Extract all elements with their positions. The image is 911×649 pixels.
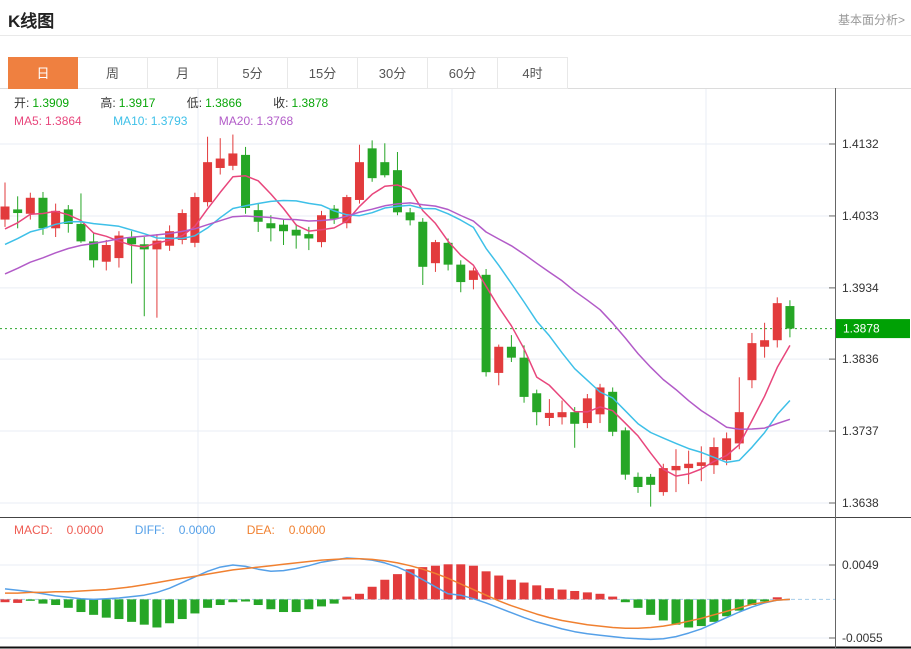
high-value: 1.3917 [118, 96, 156, 110]
tab-30min[interactable]: 30分 [358, 57, 428, 89]
ma10-label: MA10: [113, 114, 148, 128]
y-axis-label: 1.3737 [842, 424, 879, 438]
y-axis-label: 1.3934 [842, 281, 879, 295]
ohlc-legend: 开: 1.3909 高: 1.3917 低: 1.3866 收: 1.3878 [14, 94, 356, 111]
tab-day[interactable]: 日 [8, 57, 78, 89]
high-label: 高: [100, 96, 116, 110]
y-axis-label: 0.0049 [842, 558, 879, 572]
dea-label: DEA: [246, 523, 275, 537]
macd-histogram-layer [0, 564, 782, 628]
y-axis-labels: 1.4132 1.4033 1.3934 1.3836 1.3737 1.3638 0.00… [829, 137, 883, 645]
current-price-label: 1.3878 [843, 322, 880, 336]
tab-4hour[interactable]: 4时 [498, 57, 568, 89]
diff-label: DIFF: [134, 523, 165, 537]
close-label: 收: [273, 96, 289, 110]
ma10-value: 1.3793 [150, 114, 188, 128]
gridlines [0, 89, 835, 647]
diff-value: 0.0000 [178, 523, 216, 537]
ma-legend: MA5: 1.3864 MA10: 1.3793 MA20: 1.3768 [14, 114, 321, 128]
current-price-tag: 1.3878 [836, 319, 910, 339]
open-label: 开: [14, 96, 30, 110]
macd-label: MACD: [14, 523, 53, 537]
tab-15min[interactable]: 15分 [288, 57, 358, 89]
macd-value: 0.0000 [66, 523, 104, 537]
open-value: 1.3909 [32, 96, 70, 110]
candles-layer [0, 134, 795, 507]
y-axis-label: 1.3836 [842, 352, 879, 366]
y-axis-label: 1.4033 [842, 209, 879, 223]
tab-week[interactable]: 周 [78, 57, 148, 89]
ma5-value: 1.3864 [45, 114, 82, 128]
tab-5min[interactable]: 5分 [218, 57, 288, 89]
low-value: 1.3866 [205, 96, 242, 110]
y-axis-label: 1.4132 [842, 137, 879, 151]
y-axis-label: 1.3638 [842, 496, 879, 510]
ma20-label: MA20: [218, 114, 254, 128]
low-label: 低: [186, 96, 203, 110]
dea-value: 0.0000 [288, 523, 326, 537]
tab-60min[interactable]: 60分 [428, 57, 498, 89]
tab-month[interactable]: 月 [148, 57, 218, 89]
close-value: 1.3878 [291, 96, 329, 110]
ma20-value: 1.3768 [256, 114, 294, 128]
ma5-label: MA5: [14, 114, 43, 128]
period-tabs: 日 周 月 5分 15分 30分 60分 4时 [8, 57, 568, 89]
y-axis-label: -0.0055 [842, 631, 883, 645]
kline-chart-widget: K线图 基本面分析> 日 周 月 5分 15分 30分 60分 4时 1.413… [0, 0, 911, 649]
macd-legend: MACD: 0.0000 DIFF: 0.0000 DEA: 0.0000 [14, 523, 353, 537]
